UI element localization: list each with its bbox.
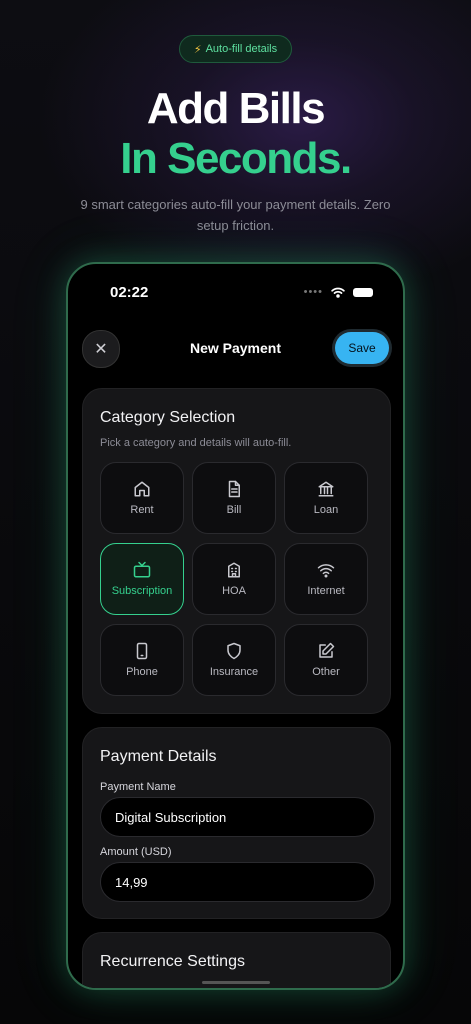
shield-icon (227, 642, 241, 660)
autofill-badge: ⚡ Auto-fill details (179, 35, 292, 63)
category-label: HOA (222, 585, 246, 597)
home-icon (134, 481, 150, 497)
category-label: Rent (130, 504, 154, 516)
wifi-status-icon (331, 287, 345, 298)
save-button[interactable]: Save (335, 332, 389, 364)
phone-icon (136, 642, 148, 660)
payment-card-title: Payment Details (100, 748, 217, 765)
edit-icon (319, 642, 335, 658)
payment-name-input[interactable] (100, 797, 375, 837)
category-label: Insurance (209, 666, 259, 678)
status-icons: •••• (304, 286, 373, 298)
hero-title-line-1: Add Bills (146, 84, 326, 133)
category-card-title: Category Selection (100, 409, 236, 426)
hero-subtitle: 9 smart categories auto-fill your paymen… (80, 197, 391, 233)
badge-label: Auto-fill details (205, 43, 278, 55)
amount-label: Amount (USD) (100, 846, 172, 858)
home-indicator (202, 981, 270, 984)
category-other[interactable]: Other (284, 624, 368, 696)
document-icon (228, 480, 240, 498)
category-rent[interactable]: Rent (100, 462, 184, 534)
battery-icon (353, 287, 373, 297)
hero-title-line-2: In Seconds. (120, 134, 352, 183)
category-hoa[interactable]: HOA (192, 543, 276, 615)
phone-frame: 02:22 •••• ✕ New Payment Save Category S… (66, 262, 405, 990)
recurrence-card-title: Recurrence Settings (100, 953, 245, 970)
bank-icon (318, 481, 334, 497)
category-label: Subscription (111, 585, 173, 597)
payment-name-label: Payment Name (100, 781, 176, 793)
signal-icon: •••• (303, 286, 323, 298)
category-bill[interactable]: Bill (192, 462, 276, 534)
category-selection-card: Category Selection Pick a category and d… (82, 388, 391, 714)
status-time: 02:22 (110, 284, 149, 301)
tv-icon (133, 561, 151, 578)
amount-input[interactable] (100, 862, 375, 902)
category-label: Loan (313, 504, 339, 516)
category-label: Internet (307, 585, 345, 597)
category-label: Phone (126, 666, 158, 678)
category-loan[interactable]: Loan (284, 462, 368, 534)
category-card-subtitle: Pick a category and details will auto-fi… (100, 437, 292, 449)
category-label: Bill (226, 504, 242, 516)
category-internet[interactable]: Internet (284, 543, 368, 615)
category-subscription[interactable]: Subscription (100, 543, 184, 615)
lightning-icon: ⚡ (193, 43, 202, 56)
category-label: Other (312, 666, 340, 678)
category-phone[interactable]: Phone (100, 624, 184, 696)
payment-details-card: Payment Details Payment Name Amount (USD… (82, 727, 391, 919)
category-insurance[interactable]: Insurance (192, 624, 276, 696)
wifi-icon (317, 564, 335, 578)
building-icon (228, 562, 240, 578)
